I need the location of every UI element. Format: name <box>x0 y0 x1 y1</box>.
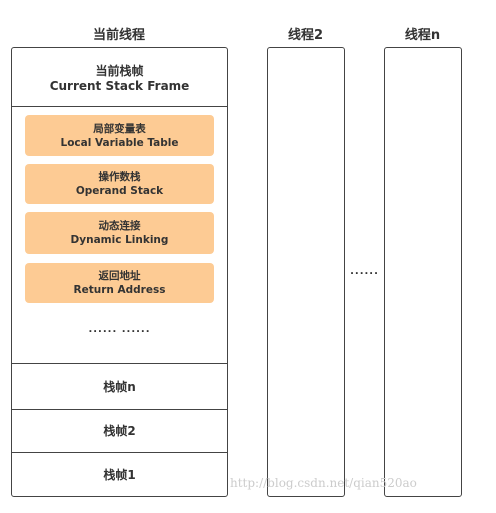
thread2-title: 线程2 <box>287 28 324 43</box>
local-variable-table: 局部变量表 Local Variable Table <box>25 115 214 156</box>
frame-n: 栈帧n <box>12 363 227 410</box>
thread-n-stack <box>384 47 462 497</box>
return-address: 返回地址 Return Address <box>25 263 214 303</box>
current-frame-en: Current Stack Frame <box>49 78 190 93</box>
between-threads-ellipsis: ...... <box>350 266 379 277</box>
frame-2: 栈帧2 <box>12 408 227 453</box>
current-thread-stack: 当前栈帧 Current Stack Frame 局部变量表 Local Vari… <box>11 47 228 497</box>
thread2-stack <box>267 47 345 497</box>
watermark: http://blog.csdn.net/qian520ao <box>230 476 417 490</box>
dynamic-linking: 动态连接 Dynamic Linking <box>25 212 214 254</box>
thread-n-title: 线程n <box>404 28 441 43</box>
current-thread-title: 当前线程 <box>92 28 145 43</box>
current-frame-zh: 当前栈帧 <box>95 63 144 78</box>
frame-1: 栈帧1 <box>103 467 136 482</box>
operand-stack: 操作数栈 Operand Stack <box>25 164 214 204</box>
frame-ellipsis: ...... ...... <box>88 324 151 335</box>
current-stack-frame: 当前栈帧 Current Stack Frame <box>12 48 227 107</box>
